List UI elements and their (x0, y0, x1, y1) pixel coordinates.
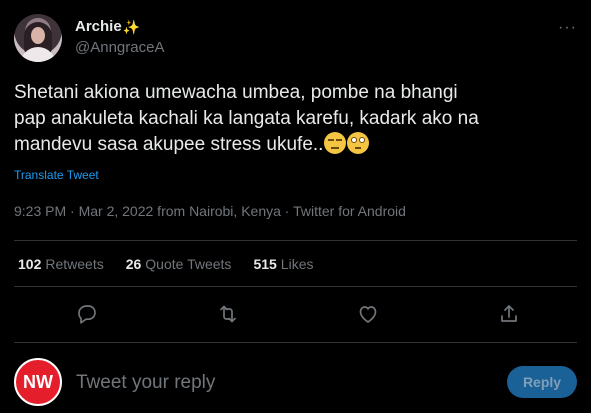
reply-input[interactable] (76, 369, 476, 397)
tweet-line-3-text: mandevu sasa akupee stress ukufe.. (14, 134, 324, 155)
divider (14, 342, 577, 343)
divider (14, 286, 577, 287)
divider (14, 240, 577, 241)
translate-tweet-link[interactable]: Translate Tweet (14, 168, 99, 182)
retweet-icon[interactable] (216, 302, 240, 326)
tweet-line-1: Shetani akiona umewacha umbea, pombe na … (14, 82, 458, 103)
quotes-count: 26 (125, 256, 142, 272)
retweets-count: 102 (18, 256, 42, 272)
unamused-face-icon (324, 132, 347, 154)
tweet-stats: 102 Retweets 26 Quote Tweets 515 Likes (18, 256, 313, 272)
author-name-row[interactable]: Archie ✨ (75, 18, 140, 35)
likes-label: Likes (280, 256, 314, 272)
retweets-stat[interactable]: 102 Retweets (18, 256, 104, 272)
share-icon[interactable] (497, 302, 521, 326)
retweets-label: Retweets (45, 256, 104, 272)
user-avatar[interactable]: NW (14, 358, 62, 406)
tweet-line-2: pap anakuleta kachali ka langata karefu,… (14, 108, 479, 129)
tweet-meta: 9:23 PM · Mar 2, 2022 from Nairobi, Keny… (14, 203, 406, 219)
tweet-header: Archie ✨ @AnngraceA ··· (14, 14, 577, 62)
author-display-name[interactable]: Archie (75, 18, 122, 35)
quote-tweets-stat[interactable]: 26 Quote Tweets (126, 256, 232, 272)
reply-icon[interactable] (75, 302, 99, 326)
likes-count: 515 (253, 256, 277, 272)
avatar-face (31, 27, 45, 44)
author-avatar[interactable] (14, 14, 62, 62)
like-icon[interactable] (356, 302, 380, 326)
quotes-label: Quote Tweets (145, 256, 232, 272)
author-handle[interactable]: @AnngraceA (75, 39, 164, 56)
tweet-body: Shetani akiona umewacha umbea, pombe na … (14, 80, 577, 158)
reply-button[interactable]: Reply (507, 366, 577, 398)
reply-composer: NW Reply (14, 356, 577, 406)
tweet-actions (14, 300, 577, 328)
tweet-line-3: mandevu sasa akupee stress ukufe.. (14, 132, 577, 158)
more-options-icon[interactable]: ··· (558, 20, 577, 36)
face-with-rolling-eyes-icon (347, 132, 370, 154)
sparkles-icon: ✨ (122, 18, 141, 35)
likes-stat[interactable]: 515 Likes (253, 256, 313, 272)
